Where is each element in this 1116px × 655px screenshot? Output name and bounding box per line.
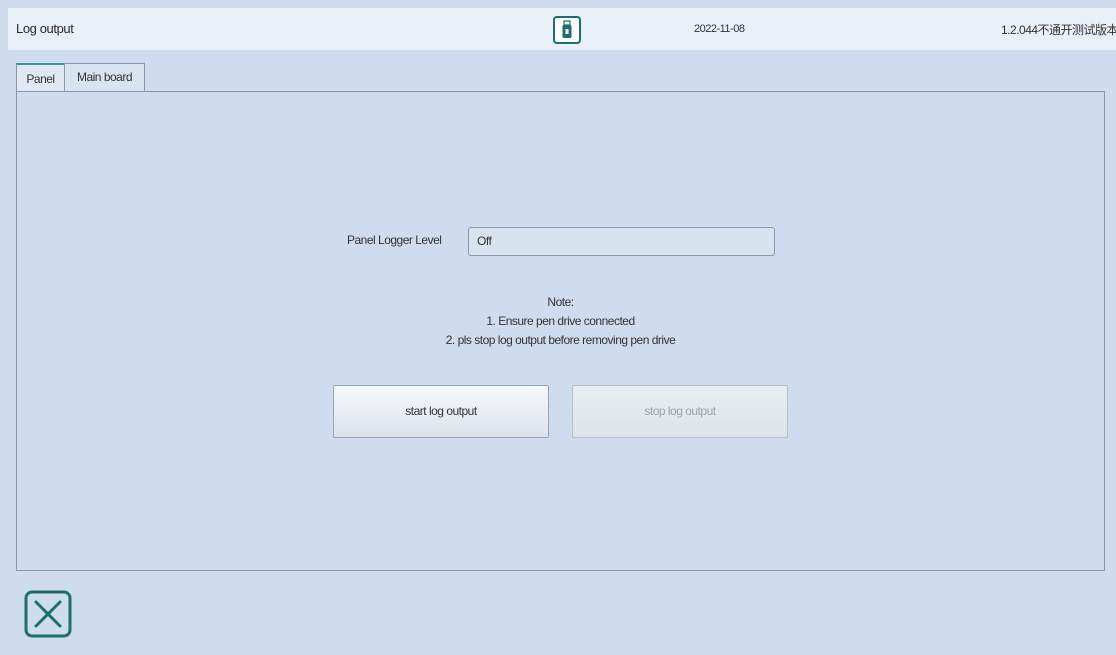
- logger-level-label: Panel Logger Level: [347, 233, 442, 247]
- tab-main-board[interactable]: Main board: [64, 63, 145, 91]
- close-icon[interactable]: [23, 589, 73, 639]
- note-block: Note: 1. Ensure pen drive connected 2. p…: [17, 293, 1104, 350]
- logger-level-field[interactable]: Off: [468, 227, 775, 256]
- page-title: Log output: [16, 21, 74, 36]
- note-line-2: 2. pls stop log output before removing p…: [445, 333, 676, 347]
- version-label: 1.2.044不通开测试版本: [1001, 23, 1116, 37]
- start-log-output-button[interactable]: start log output: [333, 385, 549, 438]
- date-display: 2022-11-08: [694, 23, 745, 35]
- tab-content-panel: Panel Logger Level Off Note: 1. Ensure p…: [16, 91, 1105, 571]
- top-bar: Log output 2022-11-08 1.2.044不通开测试版本: [8, 8, 1116, 50]
- tab-panel[interactable]: Panel: [16, 63, 65, 93]
- note-heading: Note:: [547, 295, 574, 309]
- stop-log-output-button[interactable]: stop log output: [572, 385, 788, 438]
- usb-drive-icon: [553, 16, 581, 44]
- note-line-1: 1. Ensure pen drive connected: [486, 314, 635, 328]
